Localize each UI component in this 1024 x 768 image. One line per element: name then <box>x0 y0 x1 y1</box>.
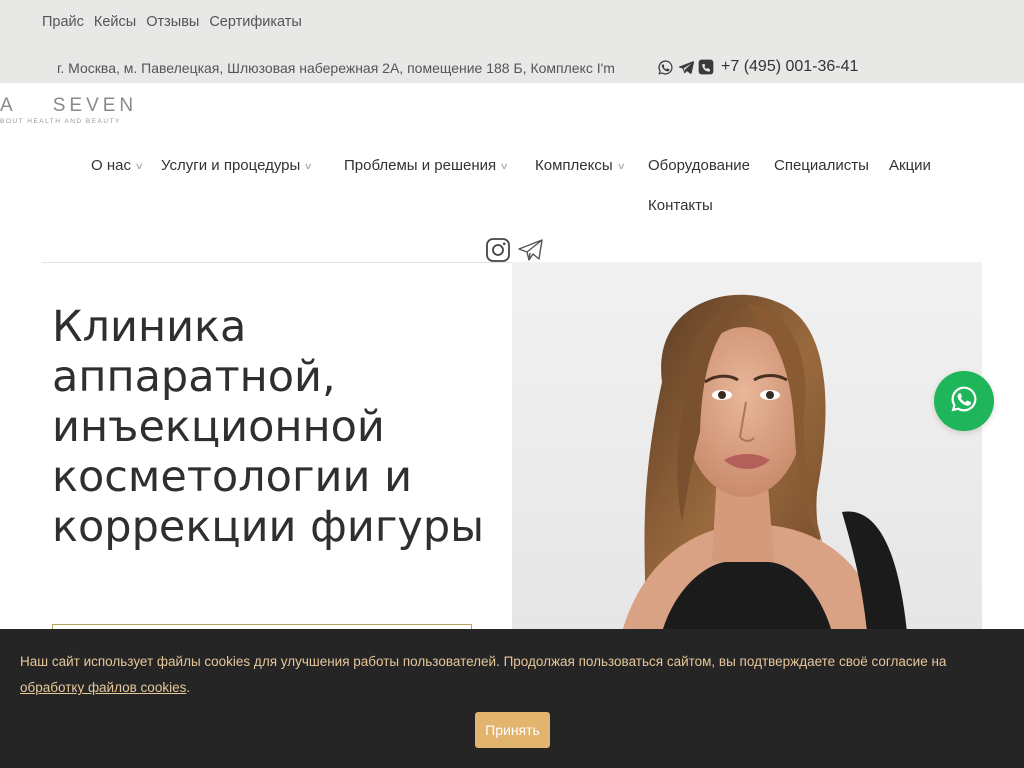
phone-number[interactable]: +7 (495) 001-36-41 <box>721 58 858 76</box>
top-link-reviews[interactable]: Отзывы <box>146 14 199 30</box>
chevron-down-icon: ∨ <box>134 160 144 171</box>
top-bar: Прайс Кейсы Отзывы Сертификаты г. Москва… <box>0 0 1024 83</box>
whatsapp-icon <box>949 384 979 419</box>
nav-item-label: Контакты <box>648 197 713 214</box>
nav-item-label: Комплексы <box>535 157 613 174</box>
nav-item-label: О нас <box>91 157 131 174</box>
nav-item-problems[interactable]: Проблемы и решения ∨ <box>344 157 510 174</box>
top-link-price[interactable]: Прайс <box>42 14 84 30</box>
nav-item-complexes[interactable]: Комплексы ∨ <box>535 157 626 174</box>
nav-item-label: Акции <box>889 157 931 174</box>
hero-photo <box>512 262 982 632</box>
nav-item-contacts[interactable]: Контакты <box>648 197 713 214</box>
section-divider <box>42 262 512 263</box>
top-link-certificates[interactable]: Сертификаты <box>209 14 302 30</box>
contact-group: +7 (495) 001-36-41 <box>657 58 858 76</box>
telegram-icon[interactable] <box>677 59 695 76</box>
whatsapp-float-button[interactable] <box>934 371 994 431</box>
logo-wordmark: A SEVEN <box>0 95 138 116</box>
clinic-address: г. Москва, м. Павелецкая, Шлюзовая набер… <box>57 60 615 76</box>
chevron-down-icon: ∨ <box>616 160 626 171</box>
nav-item-promotions[interactable]: Акции <box>889 157 931 174</box>
nav-item-label: Оборудование <box>648 157 751 174</box>
chevron-down-icon: ∨ <box>499 160 510 171</box>
phone-icon[interactable] <box>698 59 714 75</box>
nav-item-specialists[interactable]: Специалисты <box>774 157 869 174</box>
nav-item-label: Специалисты <box>774 157 869 174</box>
page-title: Клиника аппаратной, инъекционной космето… <box>52 302 485 552</box>
cookie-message: Наш сайт использует файлы cookies для ул… <box>20 649 1010 701</box>
site-logo[interactable]: A SEVEN BOUT HEALTH AND BEAUTY <box>0 95 150 131</box>
accept-cookies-button[interactable]: Принять <box>475 712 550 748</box>
whatsapp-icon[interactable] <box>657 59 674 76</box>
cookie-text-suffix: . <box>186 680 191 695</box>
nav-item-services[interactable]: Услуги и процедуры ∨ <box>161 157 314 174</box>
nav-item-equipment[interactable]: Оборудование <box>648 157 750 174</box>
top-link-cases[interactable]: Кейсы <box>94 14 136 30</box>
nav-item-about[interactable]: О нас ∨ <box>91 157 144 174</box>
nav-item-label: Проблемы и решения <box>344 157 497 174</box>
instagram-icon[interactable] <box>485 237 511 268</box>
cookie-policy-link[interactable]: обработку файлов cookies <box>20 680 186 695</box>
chevron-down-icon: ∨ <box>303 160 314 171</box>
logo-tagline: BOUT HEALTH AND BEAUTY <box>0 118 121 125</box>
main-nav: О нас ∨ Услуги и процедуры ∨ Проблемы и … <box>0 150 1024 230</box>
cookie-text: Наш сайт использует файлы cookies для ул… <box>20 654 947 669</box>
top-links: Прайс Кейсы Отзывы Сертификаты <box>42 14 302 30</box>
nav-item-label: Услуги и процедуры <box>161 157 301 174</box>
cookie-banner: Наш сайт использует файлы cookies для ул… <box>0 629 1024 768</box>
